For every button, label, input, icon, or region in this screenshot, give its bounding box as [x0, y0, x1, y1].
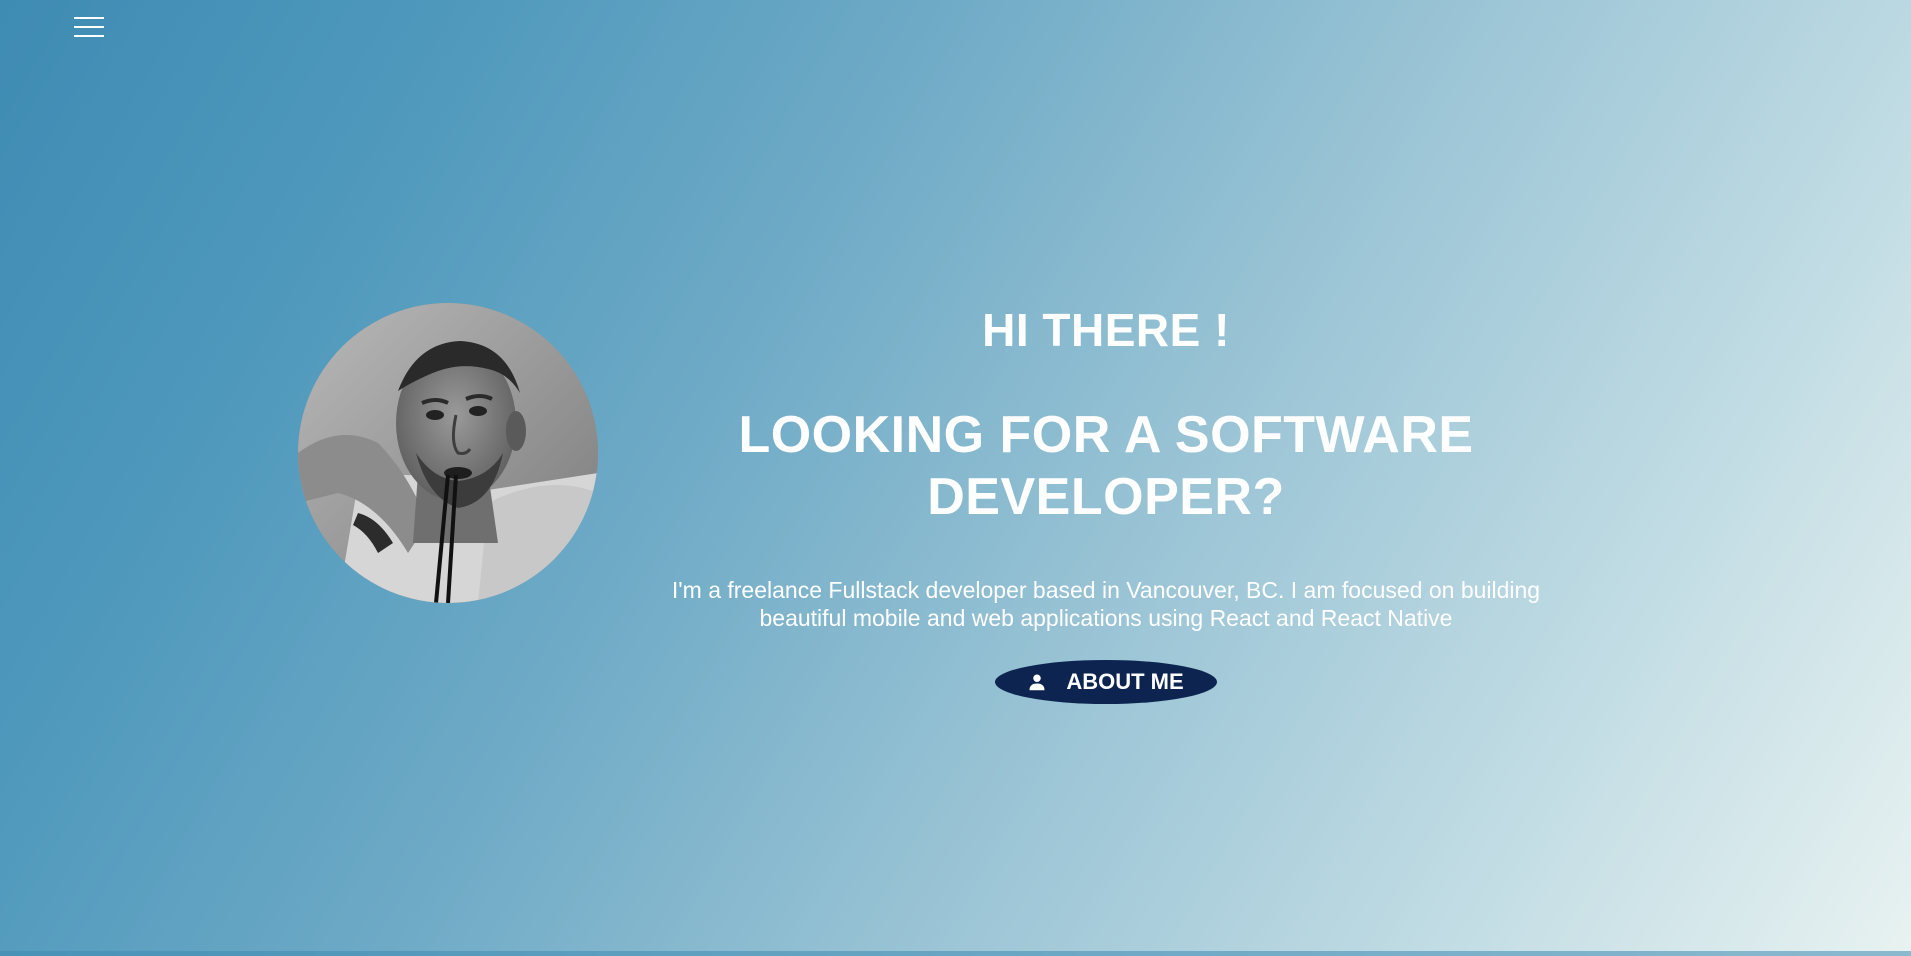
headline-text: LOOKING FOR A SOFTWARE DEVELOPER? — [738, 406, 1474, 526]
intro-description: I'm a freelance Fullstack developer base… — [671, 577, 1541, 631]
avatar — [298, 303, 598, 603]
menu-line — [74, 26, 104, 28]
menu-line — [74, 17, 104, 19]
bottom-edge-bar — [0, 951, 1911, 956]
hero-section: HI THERE ! LOOKING FOR A SOFTWARE DEVELO… — [640, 300, 1572, 704]
hamburger-menu-icon[interactable] — [74, 16, 104, 38]
about-me-label: ABOUT ME — [1066, 669, 1184, 694]
headline: LOOKING FOR A SOFTWARE DEVELOPER? — [640, 404, 1572, 528]
greeting-heading: HI THERE ! — [982, 304, 1230, 356]
portrait-photo — [298, 303, 598, 603]
about-me-button[interactable]: ABOUT ME — [995, 660, 1217, 704]
person-icon — [1029, 674, 1045, 691]
menu-line — [74, 35, 104, 37]
